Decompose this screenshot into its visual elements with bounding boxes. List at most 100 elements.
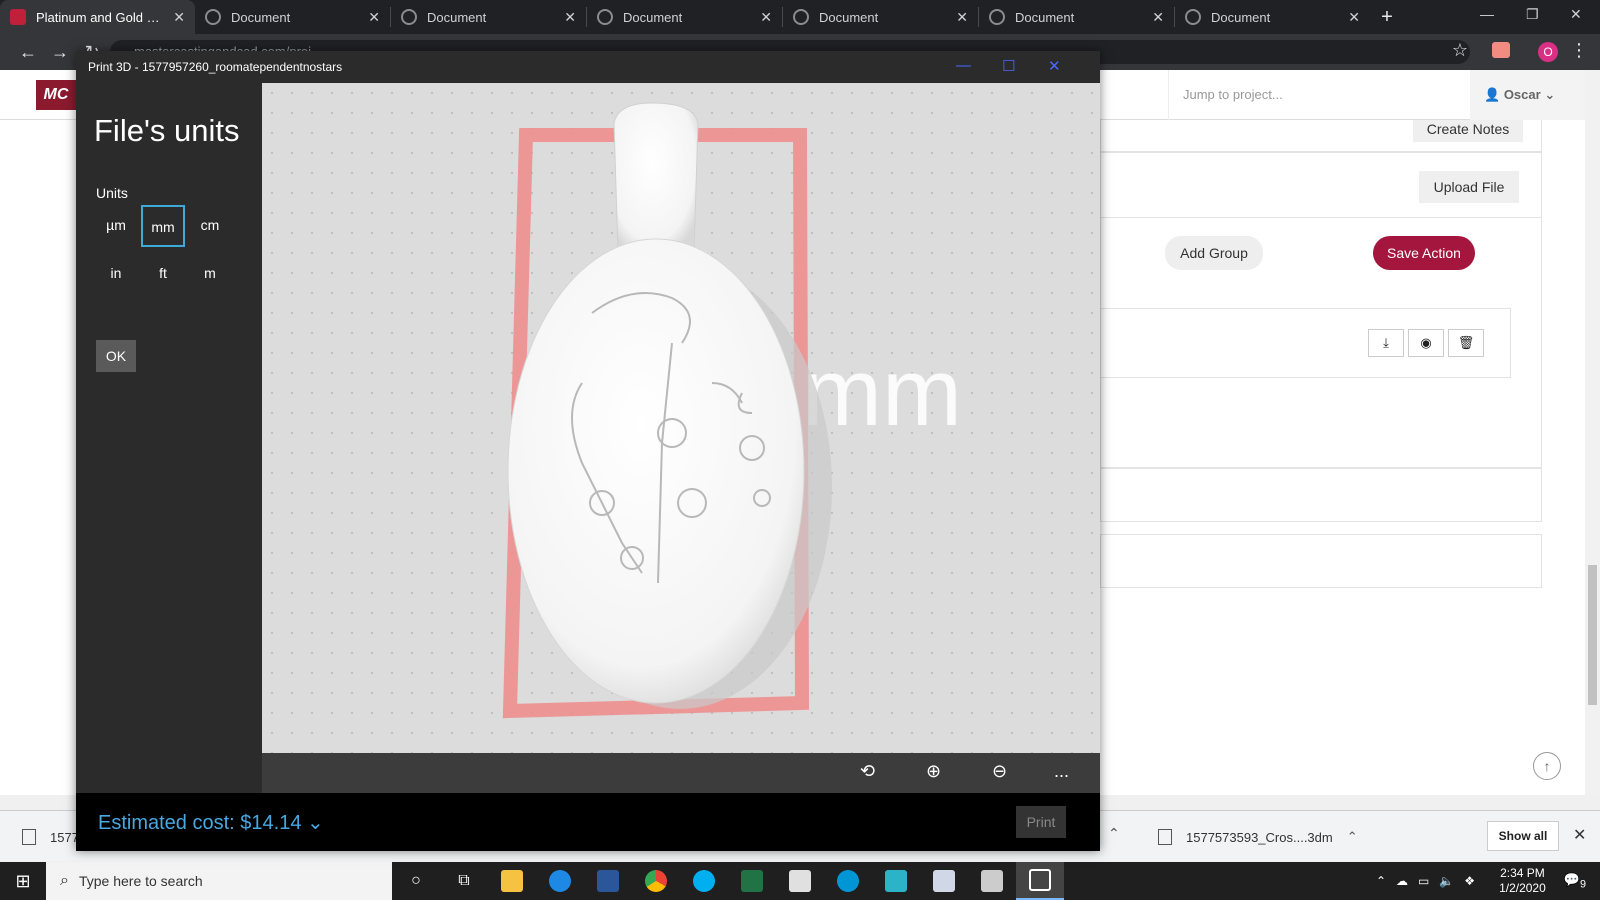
save-action-button[interactable]: Save Action [1373, 236, 1475, 270]
photos-icon[interactable] [872, 862, 920, 900]
dialog-title: Print 3D - 1577957260_roomatependentnost… [88, 60, 343, 74]
globe-icon [401, 9, 417, 25]
task-view-icon[interactable]: ⧉ [440, 862, 488, 900]
restore-icon[interactable]: ❐ [1526, 6, 1539, 23]
browser-menu-icon[interactable]: ⋮ [1570, 40, 1588, 61]
show-hidden-icons-icon[interactable]: ⌃ [1376, 874, 1386, 888]
close-icon[interactable]: ✕ [368, 9, 380, 26]
forward-arrow-icon[interactable]: → [44, 42, 76, 63]
close-icon[interactable]: ✕ [1573, 825, 1586, 845]
chevron-up-icon[interactable]: ⌃ [1347, 829, 1358, 845]
profile-avatar[interactable]: O [1538, 42, 1558, 62]
onedrive-icon[interactable]: ☁ [1396, 874, 1408, 888]
rhino-icon[interactable] [968, 862, 1016, 900]
zoom-in-icon[interactable]: ⊕ [926, 761, 941, 782]
bookmark-star-icon[interactable]: ☆ [1452, 40, 1468, 61]
skype-icon[interactable] [680, 862, 728, 900]
search-icon: ⌕ [60, 872, 69, 889]
network-icon[interactable]: ▭ [1418, 874, 1429, 888]
reset-view-icon[interactable]: ⟲ [860, 761, 875, 782]
close-icon[interactable]: ✕ [760, 9, 772, 26]
site-favicon-icon [10, 9, 26, 25]
file-explorer-icon[interactable] [488, 862, 536, 900]
file-icon [22, 829, 36, 845]
zoom-out-icon[interactable]: ⊖ [992, 761, 1007, 782]
ok-button[interactable]: OK [96, 340, 136, 372]
back-arrow-icon[interactable]: ← [12, 42, 44, 63]
trash-icon[interactable]: 🗑 [1448, 329, 1484, 357]
tab-document[interactable]: Document ✕ [391, 0, 586, 34]
close-icon[interactable]: ✕ [1152, 9, 1164, 26]
tab-document[interactable]: Document ✕ [1175, 0, 1370, 34]
close-icon[interactable]: ✕ [1348, 9, 1360, 26]
globe-icon [597, 9, 613, 25]
unit-option-m[interactable]: m [188, 253, 232, 295]
more-options-icon[interactable]: ... [1054, 761, 1069, 782]
user-menu[interactable]: 👤 Oscar ⌄ [1470, 70, 1585, 120]
file-row: ⤓ ◉ 🗑 [1091, 308, 1511, 378]
cortana-icon[interactable]: ○ [392, 862, 440, 900]
maximize-icon[interactable]: ☐ [1002, 57, 1015, 75]
download-item[interactable]: 1577573593_Cros....3dm ⌃ [1158, 821, 1358, 853]
tab-document[interactable]: Document ✕ [783, 0, 978, 34]
minimize-icon[interactable]: — [956, 57, 971, 74]
add-group-button[interactable]: Add Group [1165, 236, 1263, 270]
notification-icon[interactable]: 💬9 [1564, 872, 1586, 891]
browser-tab-bar: Platinum and Gold Castin ✕ Document ✕ Do… [0, 0, 1600, 34]
unit-option-um[interactable]: µm [94, 205, 138, 247]
globe-icon [793, 9, 809, 25]
hp-icon[interactable] [824, 862, 872, 900]
taskbar-search-input[interactable]: ⌕ Type here to search [46, 862, 392, 900]
3d-viewport[interactable]: mm [262, 83, 1100, 753]
notification-count: 9 [1579, 878, 1586, 891]
close-window-icon[interactable]: ✕ [1570, 6, 1582, 23]
minimize-icon[interactable]: — [1480, 6, 1494, 22]
notes-panel: Create Notes [1100, 120, 1542, 152]
estimated-cost[interactable]: Estimated cost: $14.14 ⌄ [98, 810, 324, 835]
unit-option-mm[interactable]: mm [141, 205, 185, 247]
windows-start-icon[interactable]: ⊞ [0, 871, 46, 892]
chevron-up-icon[interactable]: ⌃ [1108, 825, 1120, 842]
extension-icon[interactable] [1492, 42, 1510, 58]
edge-icon[interactable] [536, 862, 584, 900]
unit-option-cm[interactable]: cm [188, 205, 232, 247]
new-tab-button[interactable]: + [1370, 6, 1404, 29]
word-icon[interactable] [584, 862, 632, 900]
jump-to-project-input[interactable]: Jump to project... [1168, 70, 1468, 120]
close-icon[interactable]: ✕ [956, 9, 968, 26]
tab-document[interactable]: Document ✕ [979, 0, 1174, 34]
tab-document[interactable]: Document ✕ [587, 0, 782, 34]
tab-label: Document [623, 9, 683, 25]
download-item[interactable]: 1577 [22, 821, 79, 853]
upload-file-button[interactable]: Upload File [1419, 171, 1519, 203]
user-icon: 👤 [1484, 87, 1504, 102]
tab-platinum-gold[interactable]: Platinum and Gold Castin ✕ [0, 0, 195, 34]
clock[interactable]: 2:34 PM 1/2/2020 [1481, 866, 1564, 896]
tab-document[interactable]: Document ✕ [195, 0, 390, 34]
pen-tool-icon[interactable] [776, 862, 824, 900]
print3d-icon[interactable] [1016, 862, 1064, 900]
unit-option-ft[interactable]: ft [141, 253, 185, 295]
dropbox-icon[interactable]: ❖ [1464, 874, 1475, 888]
tab-label: Document [1211, 9, 1271, 25]
show-all-button[interactable]: Show all [1487, 821, 1559, 851]
view-eye-icon[interactable]: ◉ [1408, 329, 1444, 357]
close-icon[interactable]: ✕ [564, 9, 576, 26]
close-icon[interactable]: ✕ [173, 9, 185, 26]
site-logo[interactable]: MC [36, 80, 76, 110]
close-icon[interactable]: ✕ [1048, 57, 1061, 75]
page-scrollbar[interactable] [1585, 70, 1600, 795]
chrome-icon[interactable] [632, 862, 680, 900]
file-icon [1158, 829, 1172, 845]
globe-icon [989, 9, 1005, 25]
excel-icon[interactable] [728, 862, 776, 900]
volume-icon[interactable]: 🔈 [1439, 874, 1454, 888]
scroll-to-top-icon[interactable]: ↑ [1533, 752, 1561, 780]
download-icon[interactable]: ⤓ [1368, 329, 1404, 357]
system-tray: ⌃ ☁ ▭ 🔈 ❖ 2:34 PM 1/2/2020 💬9 [1376, 862, 1600, 900]
create-notes-button[interactable]: Create Notes [1413, 120, 1523, 142]
units-label: Units [96, 185, 128, 201]
scanner-icon[interactable] [920, 862, 968, 900]
print-button[interactable]: Print [1016, 806, 1066, 838]
unit-option-in[interactable]: in [94, 253, 138, 295]
